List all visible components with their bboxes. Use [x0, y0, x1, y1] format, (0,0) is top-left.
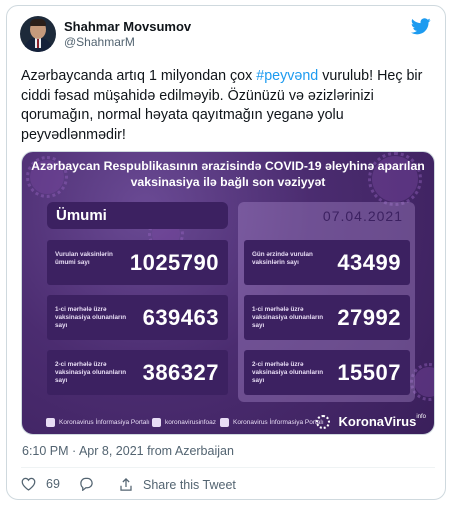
- share-button[interactable]: Share this Tweet: [119, 477, 236, 492]
- media-title-line1: Azərbaycan Respublikasının ərazisində CO…: [31, 159, 425, 173]
- media-title-line2: vaksinasiya ilə bağlı son vəziyyət: [130, 175, 326, 189]
- stat-daily-vaccines: Gün ərzində vurulan vaksinlərin sayı 434…: [244, 240, 410, 285]
- virus-icon: [410, 363, 434, 401]
- stat-daily-second-dose: 2-ci mərhələ üzrə vaksinasiya olunanları…: [244, 350, 410, 395]
- total-panel: Ümumi Vurulan vaksinlərin ümumi sayı 102…: [47, 202, 228, 402]
- reply-icon: [80, 477, 93, 491]
- tweet-timestamp[interactable]: 6:10 PM · Apr 8, 2021 from Azerbaijan: [22, 444, 234, 458]
- stat-total-first-dose: 1-ci mərhələ üzrə vaksinasiya olunanları…: [47, 295, 228, 340]
- tweet-card[interactable]: Shahmar Movsumov @ShahmarM Azərbaycanda …: [6, 5, 446, 500]
- author-name[interactable]: Shahmar Movsumov: [64, 19, 191, 34]
- instagram-icon: [152, 418, 161, 427]
- tweet-text: Azərbaycanda artıq 1 milyondan çox #peyv…: [21, 68, 423, 143]
- avatar[interactable]: [20, 16, 56, 52]
- total-header: Ümumi: [47, 202, 228, 229]
- twitter-bird-icon[interactable]: [411, 18, 431, 35]
- tweet-media-image[interactable]: Azərbaycan Respublikasının ərazisində CO…: [21, 151, 435, 435]
- share-label: Share this Tweet: [143, 477, 236, 492]
- share-icon: [120, 477, 132, 491]
- media-footer: Koronavirus İnformasiya Portalı koronavi…: [36, 414, 426, 432]
- heart-icon: [21, 477, 36, 491]
- stat-daily-first-dose: 1-ci mərhələ üzrə vaksinasiya olunanları…: [244, 295, 410, 340]
- virus-icon: [316, 415, 330, 429]
- reply-button[interactable]: [79, 477, 104, 491]
- daily-panel: 07.04.2021 Gün ərzində vurulan vaksinlər…: [238, 202, 415, 402]
- facebook-icon: [46, 418, 55, 427]
- like-count: 69: [46, 477, 60, 491]
- author-handle[interactable]: @ShahmarM: [64, 35, 135, 49]
- like-button[interactable]: 69: [21, 477, 60, 491]
- divider: [21, 467, 435, 468]
- stat-total-vaccines: Vurulan vaksinlərin ümumi sayı 1025790: [47, 240, 228, 285]
- date-header: 07.04.2021: [322, 208, 403, 224]
- brand-logo: KoronaVirusinfo: [338, 414, 426, 429]
- stat-total-second-dose: 2-ci mərhələ üzrə vaksinasiya olunanları…: [47, 350, 228, 395]
- hashtag-link[interactable]: #peyvənd: [256, 68, 318, 84]
- youtube-icon: [220, 418, 229, 427]
